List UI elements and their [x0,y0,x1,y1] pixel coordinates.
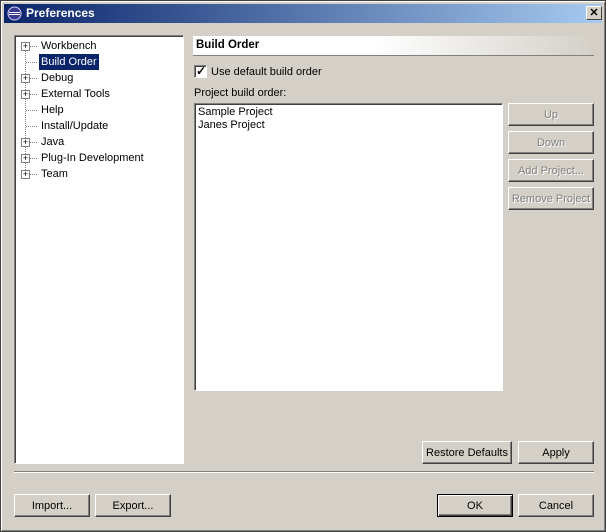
expand-icon[interactable]: + [21,90,30,99]
tree-dots [30,78,37,79]
tree-item-label: Debug [41,72,74,84]
tree-dots [30,94,37,95]
ok-button[interactable]: OK [437,494,513,517]
tree-item-debug[interactable]: + Debug [17,70,177,86]
title-bar[interactable]: Preferences ✕ [4,4,602,23]
tree-item-label: Team [41,168,68,180]
tree-item-label: Workbench [41,40,97,52]
tree-dots [30,174,37,175]
import-button[interactable]: Import... [14,494,90,517]
tree-item-java[interactable]: + Java [17,134,177,150]
apply-button[interactable]: Apply [518,441,594,464]
use-default-label[interactable]: Use default build order [211,66,322,78]
remove-project-button[interactable]: Remove Project [508,187,594,210]
tree-dots [26,126,37,127]
expand-icon[interactable]: + [21,154,30,163]
tree-dots [26,62,37,63]
tree-item-plug-in-development[interactable]: + Plug-In Development [17,150,177,166]
tree-item-label: Install/Update [41,120,109,132]
expand-icon[interactable]: + [21,42,30,51]
tree-item-label: Help [41,104,64,116]
tree-item-label: Java [41,136,65,148]
page-title: Build Order [196,39,260,51]
add-project-button[interactable]: Add Project... [508,159,594,182]
tree-dots [30,142,37,143]
tree-item-install-update[interactable]: Install/Update [17,118,177,134]
tree-item-team[interactable]: + Team [17,166,177,182]
preferences-window: Preferences ✕ + Workbench Build Order + … [0,0,606,532]
tree-item-label: Plug-In Development [41,152,144,164]
list-item[interactable]: Sample Project [198,106,273,119]
project-build-order-list[interactable]: Sample Project Janes Project [194,103,503,391]
expand-icon[interactable]: + [21,170,30,179]
tree-item-external-tools[interactable]: + External Tools [17,86,177,102]
checkmark-icon: ✓ [196,64,207,78]
eclipse-icon [7,6,22,21]
window-title: Preferences [26,6,95,20]
cancel-button[interactable]: Cancel [518,494,594,517]
tree-item-help[interactable]: Help [17,102,177,118]
preference-tree[interactable]: + Workbench Build Order + Debug + Extern… [14,35,184,464]
restore-defaults-button[interactable]: Restore Defaults [422,441,512,464]
page-header: Build Order [193,36,594,56]
expand-icon[interactable]: + [21,74,30,83]
footer-separator [14,471,594,473]
down-button[interactable]: Down [508,131,594,154]
tree-item-build-order[interactable]: Build Order [17,53,177,71]
tree-dots [26,110,37,111]
expand-icon[interactable]: + [21,138,30,147]
use-default-checkbox[interactable]: ✓ [194,64,207,78]
list-item[interactable]: Janes Project [198,119,265,132]
export-button[interactable]: Export... [95,494,171,517]
tree-dots [30,46,37,47]
tree-dots [30,158,37,159]
tree-item-label: External Tools [41,88,110,100]
tree-item-label: Build Order [38,53,100,71]
tree-item-workbench[interactable]: + Workbench [17,38,177,54]
up-button[interactable]: Up [508,103,594,126]
close-button[interactable]: ✕ [586,6,602,20]
project-build-order-label: Project build order: [194,87,287,99]
